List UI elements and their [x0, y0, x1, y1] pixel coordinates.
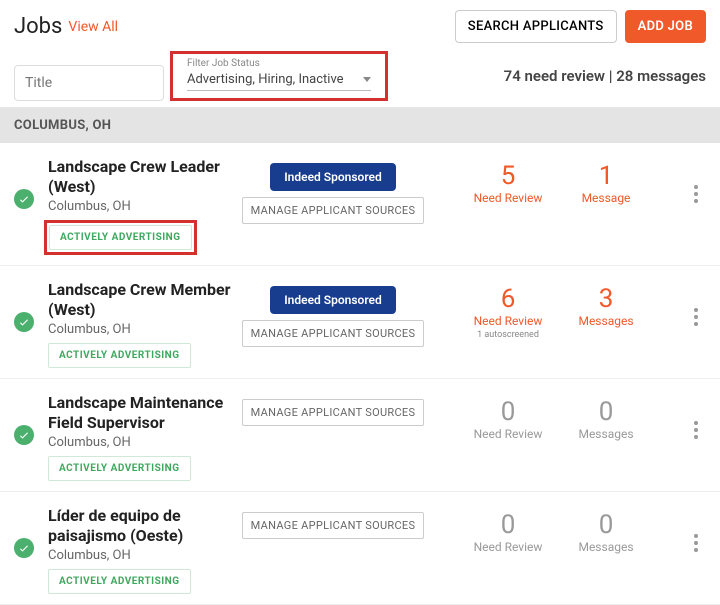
messages-count[interactable]: 0 — [566, 399, 646, 425]
actively-advertising-badge: ACTIVELY ADVERTISING — [49, 225, 192, 250]
messages-label: Messages — [566, 540, 646, 554]
job-location: Columbus, OH — [48, 322, 238, 337]
job-row: Líder de equipo de paisajismo (Oeste) Co… — [0, 492, 720, 605]
chevron-down-icon — [363, 77, 371, 82]
manage-applicant-sources-button[interactable]: MANAGE APPLICANT SOURCES — [242, 320, 425, 347]
job-row: Landscape Crew Member (West) Columbus, O… — [0, 266, 720, 379]
job-title[interactable]: Landscape Crew Member (West) — [48, 280, 238, 320]
more-options-icon[interactable] — [694, 308, 698, 326]
messages-label: Messages — [566, 427, 646, 441]
manage-applicant-sources-button[interactable]: MANAGE APPLICANT SOURCES — [242, 399, 425, 426]
indeed-sponsored-badge: Indeed Sponsored — [270, 163, 396, 191]
messages-label: Message — [566, 191, 646, 205]
actively-advertising-badge: ACTIVELY ADVERTISING — [48, 456, 191, 481]
job-title[interactable]: Líder de equipo de paisajismo (Oeste) — [48, 506, 238, 546]
summary-counts: 74 need review | 28 messages — [504, 67, 706, 85]
messages-label: Messages — [566, 314, 646, 328]
checkmark-icon — [14, 538, 34, 558]
messages-count[interactable]: 3 — [566, 286, 646, 312]
more-options-icon[interactable] — [694, 534, 698, 552]
messages-count[interactable]: 1 — [566, 163, 646, 189]
job-location: Columbus, OH — [48, 199, 238, 214]
need-review-count[interactable]: 5 — [468, 163, 548, 189]
status-filter[interactable]: Filter Job Status Advertising, Hiring, I… — [170, 51, 388, 101]
need-review-label: Need Review — [468, 314, 548, 328]
view-all-link[interactable]: View All — [68, 19, 118, 35]
need-review-label: Need Review — [468, 540, 548, 554]
need-review-count[interactable]: 6 — [468, 286, 548, 312]
messages-count[interactable]: 0 — [566, 512, 646, 538]
actively-advertising-badge: ACTIVELY ADVERTISING — [48, 569, 191, 594]
search-applicants-button[interactable]: SEARCH APPLICANTS — [455, 10, 617, 43]
job-row: Landscape Crew Leader (West) Columbus, O… — [0, 143, 720, 266]
more-options-icon[interactable] — [694, 185, 698, 203]
checkmark-icon — [14, 189, 34, 209]
job-title[interactable]: Landscape Maintenance Field Supervisor — [48, 393, 238, 433]
status-filter-value: Advertising, Hiring, Inactive — [187, 72, 363, 87]
need-review-count[interactable]: 0 — [468, 512, 548, 538]
job-title[interactable]: Landscape Crew Leader (West) — [48, 157, 238, 197]
job-row: Landscape Maintenance Field Supervisor C… — [0, 379, 720, 492]
need-review-label: Need Review — [468, 427, 548, 441]
autoscreened-label: 1 autoscreened — [468, 330, 548, 340]
job-location: Columbus, OH — [48, 435, 238, 450]
actively-advertising-badge: ACTIVELY ADVERTISING — [48, 343, 191, 368]
checkmark-icon — [14, 312, 34, 332]
manage-applicant-sources-button[interactable]: MANAGE APPLICANT SOURCES — [242, 512, 425, 539]
location-group-header: COLUMBUS, OH — [0, 108, 720, 143]
checkmark-icon — [14, 425, 34, 445]
job-location: Columbus, OH — [48, 548, 238, 563]
status-filter-label: Filter Job Status — [187, 58, 371, 69]
title-filter-input[interactable] — [14, 65, 164, 101]
more-options-icon[interactable] — [694, 421, 698, 439]
indeed-sponsored-badge: Indeed Sponsored — [270, 286, 396, 314]
need-review-count[interactable]: 0 — [468, 399, 548, 425]
page-title: Jobs — [14, 14, 62, 39]
manage-applicant-sources-button[interactable]: MANAGE APPLICANT SOURCES — [242, 197, 425, 224]
add-job-button[interactable]: ADD JOB — [625, 10, 706, 43]
need-review-label: Need Review — [468, 191, 548, 205]
